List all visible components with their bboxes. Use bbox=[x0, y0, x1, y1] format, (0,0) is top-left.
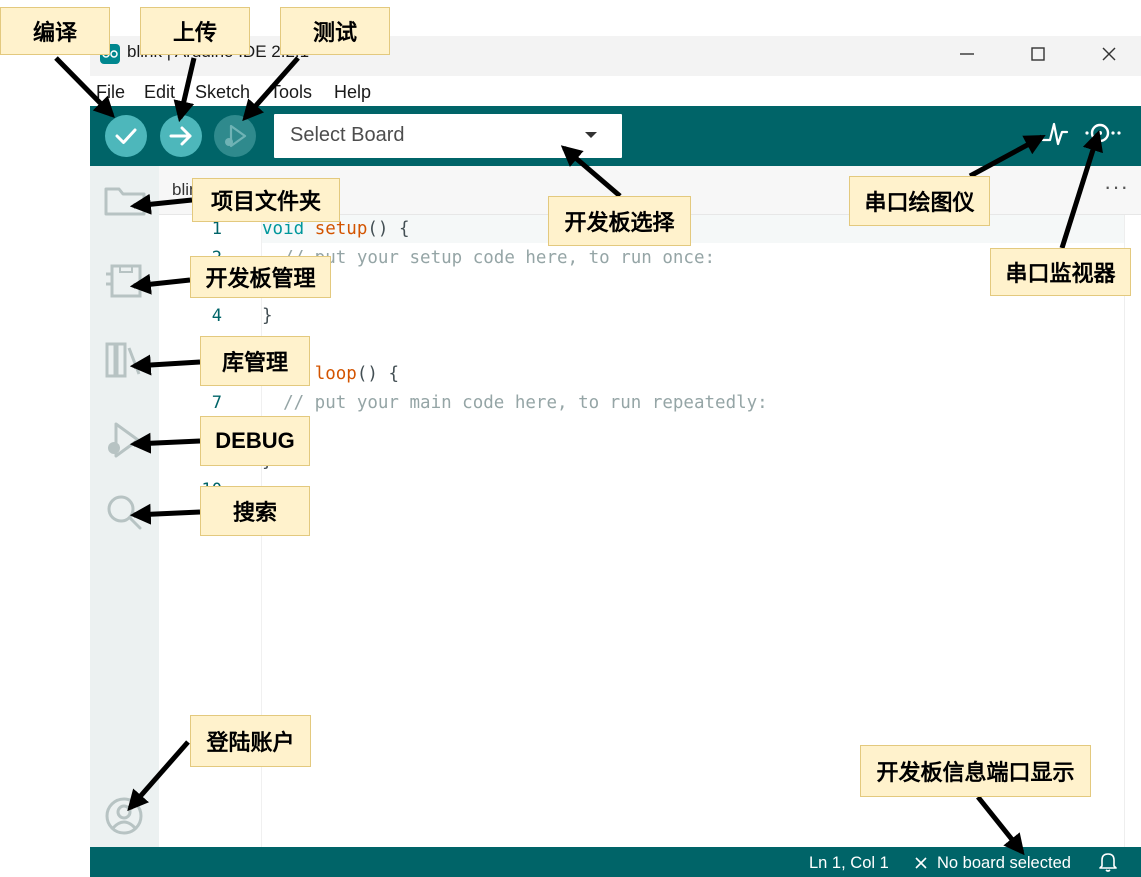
maximize-button[interactable] bbox=[1015, 40, 1061, 68]
code-token: loop bbox=[314, 364, 357, 384]
close-icon bbox=[915, 857, 927, 869]
code-token: void bbox=[262, 219, 305, 239]
debug-play-icon bbox=[214, 115, 256, 157]
code-token: } bbox=[262, 306, 273, 326]
close-icon bbox=[1102, 47, 1116, 61]
menu-file[interactable]: File bbox=[96, 82, 125, 103]
maximize-icon bbox=[1031, 47, 1045, 61]
callout-upload: 上传 bbox=[140, 7, 250, 55]
callout-search: 搜索 bbox=[200, 486, 310, 536]
chevron-down-icon bbox=[585, 132, 597, 138]
code-token: // put your main code here, to run repea… bbox=[262, 393, 768, 413]
folder-icon[interactable] bbox=[103, 184, 147, 218]
board-select-label: Select Board bbox=[290, 124, 405, 146]
callout-project-folder: 项目文件夹 bbox=[192, 178, 340, 222]
callout-login: 登陆账户 bbox=[190, 715, 311, 767]
arrow-right-icon bbox=[160, 115, 202, 157]
debug-button[interactable] bbox=[214, 115, 256, 157]
callout-board-select: 开发板选择 bbox=[548, 196, 691, 246]
editor-scroll-track bbox=[1124, 215, 1125, 847]
callout-compile: 编译 bbox=[0, 7, 110, 55]
callout-serial-monitor: 串口监视器 bbox=[990, 248, 1131, 296]
line-number: 1 bbox=[211, 219, 222, 239]
minimize-icon bbox=[960, 53, 974, 55]
code-line[interactable]: } bbox=[262, 306, 273, 326]
code-line[interactable]: // put your main code here, to run repea… bbox=[262, 393, 768, 413]
upload-button[interactable] bbox=[160, 115, 202, 157]
menu-help[interactable]: Help bbox=[334, 82, 371, 103]
callout-board-info: 开发板信息端口显示 bbox=[860, 745, 1091, 797]
code-line[interactable]: void setup() { bbox=[262, 219, 410, 239]
cursor-position[interactable]: Ln 1, Col 1 bbox=[809, 854, 889, 873]
callout-serial-plotter: 串口绘图仪 bbox=[849, 176, 990, 226]
serial-monitor-icon[interactable] bbox=[1084, 118, 1124, 148]
library-icon[interactable] bbox=[104, 340, 144, 380]
line-number: 7 bbox=[211, 393, 222, 413]
code-token: setup bbox=[314, 219, 368, 239]
code-token: () { bbox=[356, 364, 400, 384]
line-number: 4 bbox=[211, 306, 222, 326]
code-token: () { bbox=[367, 219, 410, 239]
serial-plotter-icon[interactable] bbox=[1040, 118, 1070, 148]
verify-button[interactable] bbox=[105, 115, 147, 157]
board-status[interactable]: No board selected bbox=[937, 854, 1071, 873]
menu-tools[interactable]: Tools bbox=[270, 82, 312, 103]
board-manager-icon[interactable] bbox=[104, 262, 144, 300]
account-icon[interactable] bbox=[104, 796, 144, 836]
callout-test: 测试 bbox=[280, 7, 390, 55]
menu-edit[interactable]: Edit bbox=[144, 82, 175, 103]
menu-sketch[interactable]: Sketch bbox=[195, 82, 250, 103]
checkmark-icon bbox=[105, 115, 147, 157]
tab-more-menu[interactable]: ··· bbox=[1104, 174, 1129, 200]
callout-library-manager: 库管理 bbox=[200, 336, 310, 386]
minimize-button[interactable] bbox=[944, 40, 990, 68]
callout-debug: DEBUG bbox=[200, 416, 310, 466]
callout-board-manager: 开发板管理 bbox=[190, 256, 331, 298]
close-window-button[interactable] bbox=[1086, 40, 1132, 68]
search-icon[interactable] bbox=[104, 492, 144, 532]
debug-icon[interactable] bbox=[104, 420, 144, 460]
bell-icon[interactable] bbox=[1099, 852, 1117, 872]
